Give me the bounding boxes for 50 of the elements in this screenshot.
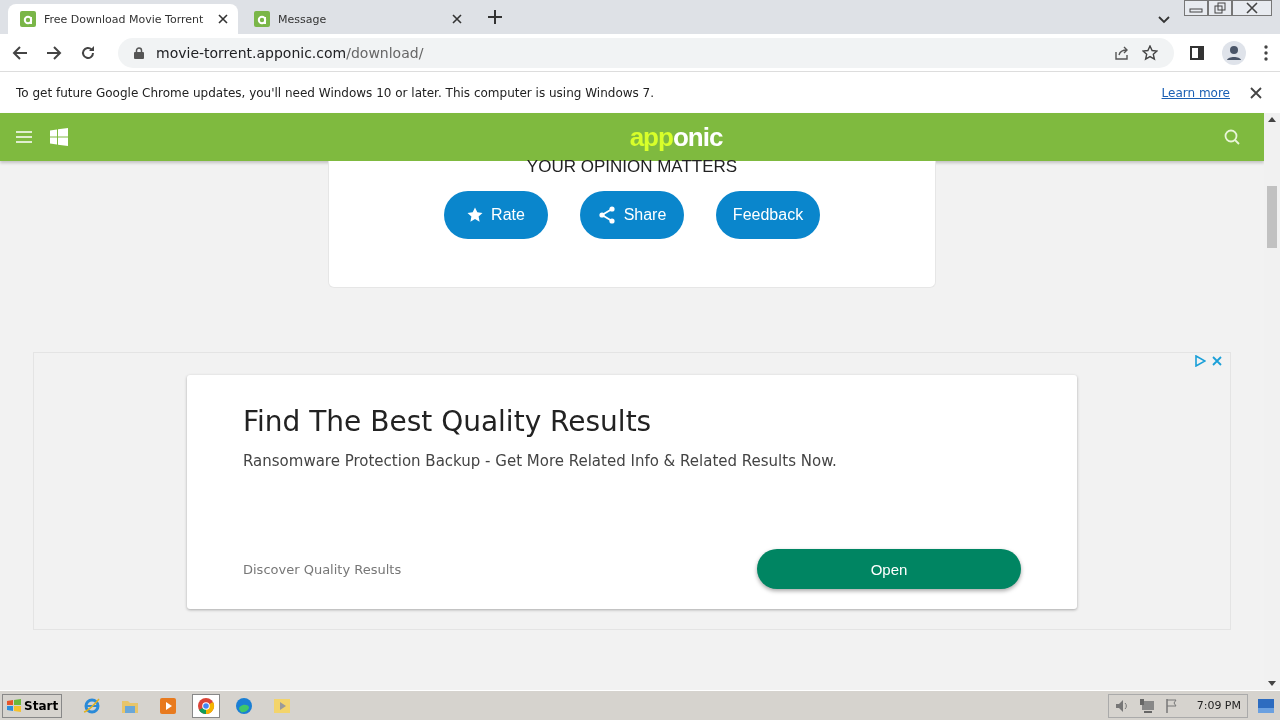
update-warning-text: To get future Google Chrome updates, you'll need Windows 10 or later. This computer is using Windows 7. xyxy=(16,85,655,100)
learn-more-link[interactable]: Learn more xyxy=(1161,85,1230,100)
tab-title: Free Download Movie Torrent xyxy=(44,12,205,26)
lock-icon xyxy=(134,46,144,59)
windows-flag-icon xyxy=(6,698,22,713)
plus-icon[interactable] xyxy=(488,10,502,24)
restore-icon[interactable] xyxy=(1208,0,1232,16)
back-icon[interactable] xyxy=(12,44,28,61)
star-icon xyxy=(467,207,484,223)
network-icon[interactable] xyxy=(1138,698,1155,713)
scroll-down-icon[interactable] xyxy=(1268,681,1276,686)
rate-button[interactable]: Rate xyxy=(444,191,548,239)
reload-icon[interactable] xyxy=(80,44,96,61)
close-icon[interactable] xyxy=(1250,86,1262,99)
side-panel-icon[interactable] xyxy=(1190,45,1204,60)
close-icon[interactable] xyxy=(218,14,228,24)
scroll-thumb[interactable] xyxy=(1267,186,1277,248)
share-icon xyxy=(597,206,616,224)
share-icon[interactable] xyxy=(1114,44,1130,61)
favicon-icon xyxy=(20,11,36,27)
windows-logo-icon[interactable] xyxy=(50,128,68,146)
ad-description: Ransomware Protection Backup - Get More Related Info & Related Results Now. xyxy=(243,452,838,470)
scroll-up-icon[interactable] xyxy=(1268,117,1276,122)
url-text: movie-torrent.apponic.com/download/ xyxy=(156,44,424,61)
close-icon[interactable] xyxy=(452,14,462,24)
browser-tab[interactable]: Free Download Movie Torrent xyxy=(8,4,238,34)
feedback-button[interactable]: Feedback xyxy=(716,191,820,239)
profile-icon[interactable] xyxy=(1222,40,1246,65)
ad-choices-icon[interactable] xyxy=(1194,355,1206,367)
open-button[interactable]: Open xyxy=(757,549,1021,589)
flag-icon[interactable] xyxy=(1164,698,1179,713)
browser-tab[interactable]: Message xyxy=(242,4,472,34)
menu-icon[interactable] xyxy=(1264,44,1268,61)
ad-source: Discover Quality Results xyxy=(243,561,402,577)
opinion-heading: YOUR OPINION MATTERS xyxy=(526,157,738,177)
chrome-icon[interactable] xyxy=(192,693,221,718)
forward-icon[interactable] xyxy=(46,44,62,61)
star-icon[interactable] xyxy=(1142,44,1158,61)
minimize-icon[interactable] xyxy=(1184,0,1208,16)
show-desktop-icon[interactable] xyxy=(1258,698,1274,713)
tab-title: Message xyxy=(278,12,328,26)
clock-text: 7:09 PM xyxy=(1196,699,1241,712)
speaker-icon[interactable] xyxy=(1114,698,1129,713)
close-icon[interactable] xyxy=(1232,0,1272,16)
chevron-down-icon[interactable] xyxy=(1158,16,1170,24)
address-bar[interactable]: movie-torrent.apponic.com/download/ xyxy=(118,37,1174,68)
favicon-icon xyxy=(254,11,270,27)
start-button[interactable]: Start xyxy=(2,693,63,718)
ad-title: Find The Best Quality Results xyxy=(243,405,653,438)
share-button[interactable]: Share xyxy=(580,191,684,239)
